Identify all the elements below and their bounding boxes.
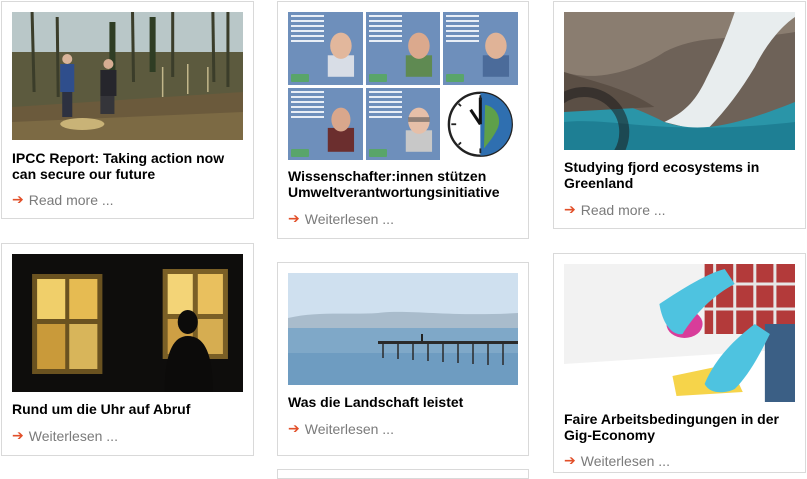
portrait-tile [288, 87, 363, 160]
news-card[interactable]: Studying fjord ecosystems in Greenland ➔… [553, 1, 806, 229]
news-card[interactable]: Faire Arbeitsbedingungen in der Gig-Econ… [553, 253, 806, 473]
read-more-label: Weiterlesen ... [580, 452, 670, 469]
arrow-right-icon: ➔ [288, 210, 300, 226]
read-more-link[interactable]: ➔ Read more ... [564, 201, 666, 218]
read-more-label: Read more ... [28, 191, 114, 208]
glacier-fjord-image[interactable] [564, 12, 795, 150]
arrow-right-icon: ➔ [12, 427, 24, 443]
portrait-tile [288, 12, 363, 85]
read-more-label: Weiterlesen ... [304, 210, 394, 227]
forest-clearing-image[interactable] [12, 12, 243, 140]
read-more-link[interactable]: ➔ Weiterlesen ... [288, 420, 394, 437]
portrait-tile [365, 87, 441, 160]
portrait-tile [365, 12, 441, 85]
read-more-link[interactable]: ➔ Weiterlesen ... [288, 210, 394, 227]
news-card[interactable]: Was die Landschaft leistet ➔ Weiterlesen… [277, 262, 529, 456]
read-more-link[interactable]: ➔ Read more ... [12, 191, 114, 208]
cleaning-gloves-image[interactable] [564, 264, 795, 402]
card-title[interactable]: Studying fjord ecosystems in Greenland [564, 159, 797, 191]
night-window-silhouette-image[interactable] [12, 254, 243, 392]
news-card[interactable]: Wissenschafter:innen stützen Umweltveran… [277, 1, 529, 239]
read-more-label: Read more ... [580, 201, 666, 218]
portrait-tile [443, 12, 518, 85]
card-title[interactable]: IPCC Report: Taking action now can secur… [12, 150, 245, 182]
read-more-link[interactable]: ➔ Weiterlesen ... [12, 427, 118, 444]
lake-pier-image[interactable] [288, 273, 518, 385]
card-title[interactable]: Was die Landschaft leistet [288, 394, 520, 410]
read-more-link[interactable]: ➔ Weiterlesen ... [564, 452, 670, 469]
news-card-partial [277, 469, 529, 479]
read-more-label: Weiterlesen ... [28, 427, 118, 444]
scientist-portraits-image[interactable] [288, 12, 518, 160]
arrow-right-icon: ➔ [564, 201, 576, 217]
arrow-right-icon: ➔ [12, 191, 24, 207]
read-more-label: Weiterlesen ... [304, 420, 394, 437]
arrow-right-icon: ➔ [288, 420, 300, 436]
news-card[interactable]: Rund um die Uhr auf Abruf ➔ Weiterlesen … [1, 243, 254, 456]
card-title[interactable]: Wissenschafter:innen stützen Umweltveran… [288, 168, 520, 200]
news-card[interactable]: IPCC Report: Taking action now can secur… [1, 1, 254, 219]
arrow-right-icon: ➔ [564, 452, 576, 468]
card-title[interactable]: Faire Arbeitsbedingungen in der Gig-Econ… [564, 411, 797, 443]
clock-globe-tile [443, 87, 518, 160]
card-title[interactable]: Rund um die Uhr auf Abruf [12, 401, 245, 417]
